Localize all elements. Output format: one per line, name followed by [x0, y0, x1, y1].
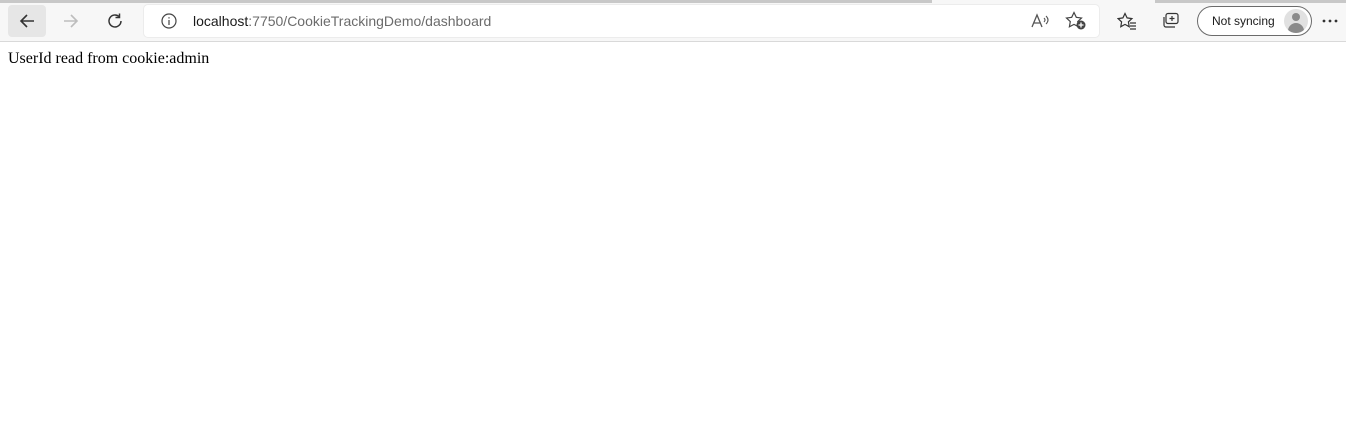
tab-strip-right — [1155, 0, 1346, 3]
url-text[interactable]: localhost:7750/CookieTrackingDemo/dashbo… — [193, 12, 491, 30]
arrow-left-icon — [18, 12, 36, 30]
refresh-button[interactable] — [96, 5, 134, 37]
collections-icon — [1161, 12, 1181, 30]
info-icon[interactable] — [161, 13, 177, 29]
page-message: UserId read from cookie:admin — [8, 50, 210, 67]
url-path: :7750/CookieTrackingDemo/dashboard — [248, 13, 492, 29]
read-aloud-icon[interactable] — [1029, 11, 1051, 31]
back-button[interactable] — [8, 5, 46, 37]
url-host: localhost — [193, 13, 249, 29]
favorites-button[interactable] — [1110, 5, 1144, 37]
browser-toolbar: localhost:7750/CookieTrackingDemo/dashbo… — [0, 0, 1346, 42]
profile-label: Not syncing — [1212, 14, 1275, 28]
avatar-icon — [1284, 9, 1308, 33]
address-bar[interactable]: localhost:7750/CookieTrackingDemo/dashbo… — [144, 5, 1099, 37]
favorites-icon — [1117, 12, 1137, 30]
forward-button[interactable] — [52, 5, 90, 37]
collections-button[interactable] — [1154, 5, 1188, 37]
star-plus-icon[interactable] — [1065, 11, 1087, 31]
tab-strip — [0, 0, 932, 3]
more-button[interactable] — [1321, 5, 1346, 37]
arrow-right-icon — [62, 12, 80, 30]
refresh-icon — [106, 12, 124, 30]
profile-button[interactable]: Not syncing — [1197, 6, 1312, 36]
more-icon — [1321, 18, 1339, 24]
